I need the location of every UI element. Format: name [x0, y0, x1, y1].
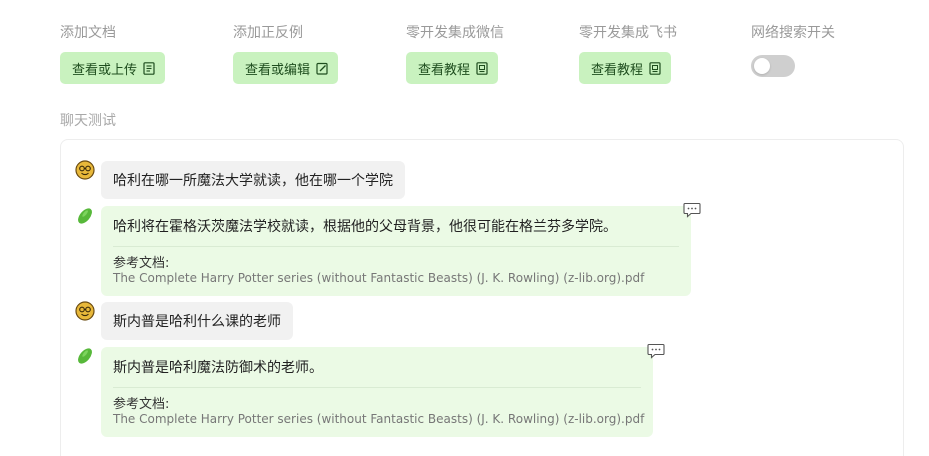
app-root: 添加文档 查看或上传 添加正反例 查看或编辑 零开发集成微信 查看教程 零开发集…	[0, 0, 929, 456]
wechat-tutorial-button[interactable]: 查看教程	[406, 52, 499, 84]
feishu-tutorial-label: 查看教程	[591, 62, 644, 78]
bot-message-text: 斯内普是哈利魔法防御术的老师。	[113, 347, 641, 388]
web-search-label: 网络搜索开关	[751, 25, 835, 41]
web-search-section: 网络搜索开关	[751, 24, 835, 77]
feedback-icon[interactable]	[647, 343, 665, 359]
user-avatar-icon	[75, 301, 95, 321]
chat-test-title: 聊天测试	[60, 113, 116, 129]
reference-label: 参考文档:	[113, 397, 170, 412]
wechat-tutorial-label: 查看教程	[418, 62, 471, 78]
view-or-upload-button[interactable]: 查看或上传	[60, 52, 166, 84]
toggle-knob	[754, 58, 770, 74]
wechat-integration-section: 零开发集成微信 查看教程	[406, 24, 504, 84]
view-or-upload-label: 查看或上传	[72, 62, 138, 78]
doc-icon	[649, 61, 661, 75]
bot-avatar-icon	[75, 346, 95, 366]
user-message-bubble: 哈利在哪一所魔法大学就读，他在哪一个学院	[101, 161, 405, 199]
edit-icon	[316, 62, 328, 75]
reference-label: 参考文档:	[113, 256, 170, 271]
reference-document-link[interactable]: The Complete Harry Potter series (withou…	[113, 271, 679, 286]
user-message-text: 斯内普是哈利什么课的老师	[113, 314, 281, 330]
chat-panel[interactable]: 哈利在哪一所魔法大学就读，他在哪一个学院 哈利将在霍格沃茨魔法学校就读，根据他的…	[60, 139, 904, 456]
feishu-tutorial-button[interactable]: 查看教程	[579, 52, 672, 84]
user-message-text: 哈利在哪一所魔法大学就读，他在哪一个学院	[113, 173, 393, 189]
feishu-integration-label: 零开发集成飞书	[579, 25, 677, 41]
bot-message-text: 哈利将在霍格沃茨魔法学校就读，根据他的父母背景，他很可能在格兰芬多学院。	[113, 206, 679, 247]
bot-message-bubble: 斯内普是哈利魔法防御术的老师。 参考文档: The Complete Harry…	[101, 347, 653, 437]
wechat-integration-label: 零开发集成微信	[406, 25, 504, 41]
bot-message-bubble: 哈利将在霍格沃茨魔法学校就读，根据他的父母背景，他很可能在格兰芬多学院。 参考文…	[101, 206, 691, 296]
web-search-toggle[interactable]	[751, 55, 795, 77]
document-icon	[143, 61, 155, 75]
doc-icon	[476, 61, 488, 75]
add-examples-label: 添加正反例	[233, 25, 303, 41]
user-avatar-icon	[75, 160, 95, 180]
bot-avatar-icon	[75, 206, 95, 226]
reference-document-link[interactable]: The Complete Harry Potter series (withou…	[113, 412, 644, 427]
view-or-edit-label: 查看或编辑	[245, 62, 311, 78]
add-examples-section: 添加正反例 查看或编辑	[233, 24, 339, 84]
add-document-section: 添加文档 查看或上传	[60, 24, 166, 84]
feedback-icon[interactable]	[683, 202, 701, 218]
feishu-integration-section: 零开发集成飞书 查看教程	[579, 24, 677, 84]
view-or-edit-button[interactable]: 查看或编辑	[233, 52, 339, 84]
user-message-bubble: 斯内普是哈利什么课的老师	[101, 302, 293, 340]
add-document-label: 添加文档	[60, 25, 116, 41]
